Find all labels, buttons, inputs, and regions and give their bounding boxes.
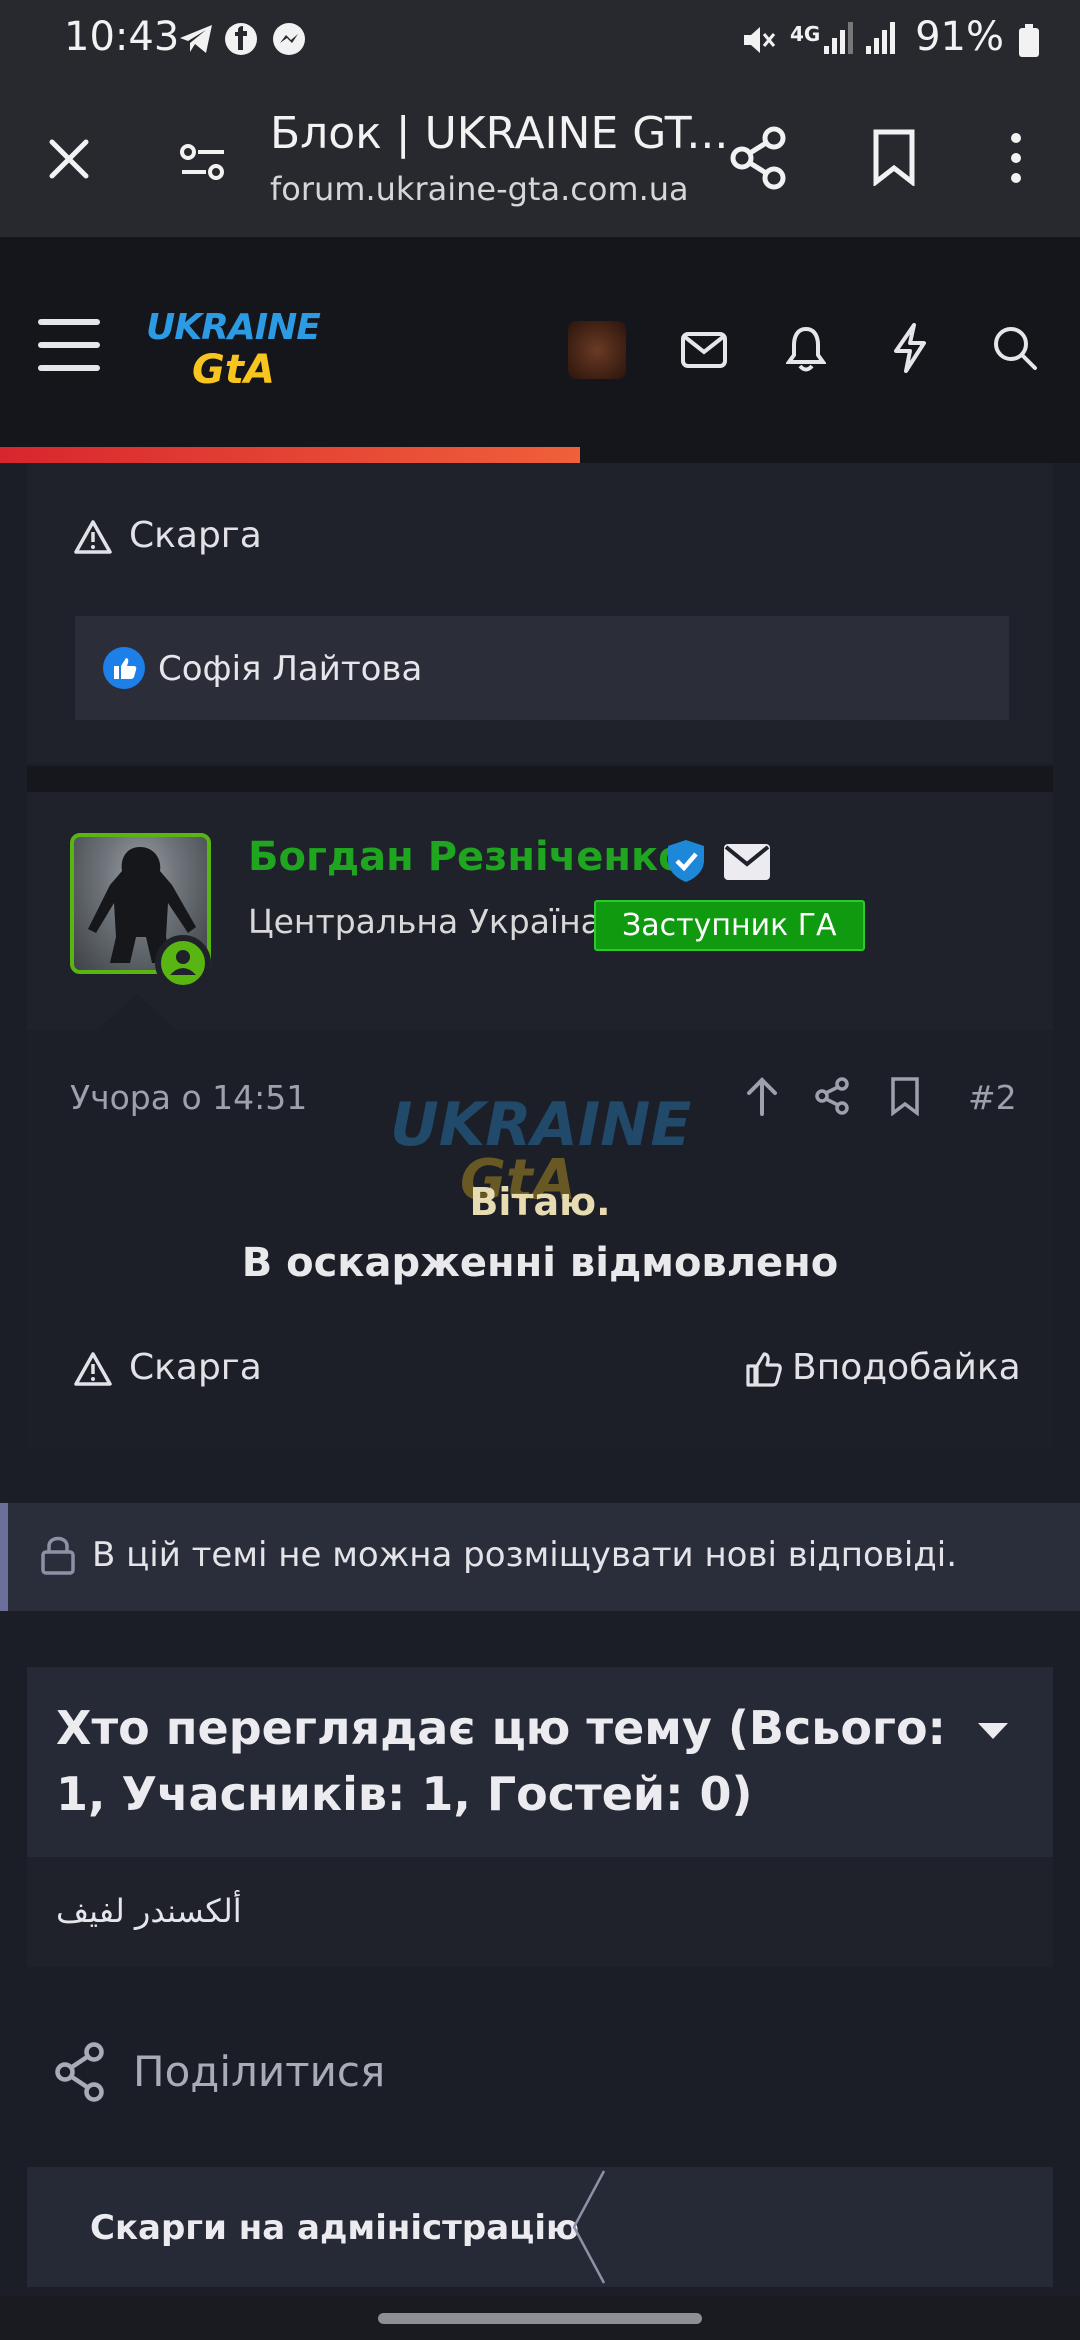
post-date[interactable]: Учора о 14:51 xyxy=(70,1078,307,1117)
notifications-bell-icon[interactable] xyxy=(785,325,827,377)
logo-text-ukraine: UKRAINE xyxy=(146,307,321,348)
author-role-badge: Заступник ГА xyxy=(594,900,865,951)
share-label: Поділитися xyxy=(133,2047,386,2096)
signal-icon xyxy=(822,18,902,62)
warning-icon xyxy=(73,519,113,559)
whats-new-lightning-icon[interactable] xyxy=(892,323,928,377)
post-share-icon[interactable] xyxy=(814,1076,850,1120)
send-message-icon[interactable] xyxy=(724,844,770,884)
post-author-name[interactable]: Богдан Резніченко xyxy=(248,834,686,880)
thumbs-up-icon xyxy=(744,1349,784,1393)
site-header: UKRAINE GtA xyxy=(0,237,1080,447)
share-icon xyxy=(54,2042,108,2106)
battery-percent: 91% xyxy=(915,14,1004,60)
liked-by-user[interactable]: Софія Лайтова xyxy=(158,649,422,689)
page-url[interactable]: forum.ukraine-gta.com.ua xyxy=(270,170,689,208)
more-menu-icon[interactable] xyxy=(1004,130,1028,190)
page-progress-fill xyxy=(0,447,580,463)
search-icon[interactable] xyxy=(992,325,1038,375)
author-region: Центральна Україна xyxy=(248,902,601,941)
close-icon[interactable] xyxy=(44,134,94,188)
upvote-arrow-icon[interactable] xyxy=(744,1076,780,1120)
locked-notice-text: В цій темі не можна розміщувати нові від… xyxy=(92,1535,958,1575)
logo-text-gta: GtA xyxy=(192,347,275,393)
post-separator xyxy=(27,766,1053,792)
site-logo[interactable]: UKRAINE GtA xyxy=(144,303,321,399)
author-name-text: Богдан Резніченко xyxy=(248,834,686,880)
battery-icon xyxy=(1018,24,1040,62)
browser-toolbar: Блок | UKRAINE GT... forum.ukraine-gta.c… xyxy=(0,82,1080,237)
like-badge-icon xyxy=(102,646,146,694)
facebook-icon xyxy=(224,22,258,60)
report-label: Скарга xyxy=(129,515,262,556)
collapse-toggle-icon[interactable] xyxy=(976,1720,1010,1746)
messenger-icon xyxy=(272,22,306,60)
lock-icon xyxy=(40,1535,76,1579)
inbox-icon[interactable] xyxy=(680,331,728,373)
mute-icon xyxy=(740,22,776,62)
viewer-user[interactable]: ألكسندر لفيف xyxy=(56,1892,242,1930)
like-button[interactable]: Вподобайка xyxy=(744,1347,1021,1397)
gesture-handle[interactable] xyxy=(378,2313,702,2324)
breadcrumb-chevron-icon xyxy=(568,2167,608,2291)
page-title: Блок | UKRAINE GT... xyxy=(270,108,729,159)
viewers-title: Хто переглядає цю тему (Всього: 1, Учасн… xyxy=(56,1701,946,1821)
online-status-icon xyxy=(155,935,211,991)
bookmark-icon[interactable] xyxy=(872,128,916,190)
like-label: Вподобайка xyxy=(792,1347,1021,1388)
post-bookmark-icon[interactable] xyxy=(890,1076,920,1120)
post-number[interactable]: #2 xyxy=(968,1078,1017,1117)
site-settings-icon[interactable] xyxy=(178,140,228,188)
verified-badge-icon xyxy=(664,838,708,888)
message-greeting: Вітаю. xyxy=(469,1180,611,1224)
warning-icon xyxy=(73,1351,113,1391)
status-time: 10:43 xyxy=(64,14,180,60)
user-avatar-button[interactable] xyxy=(568,321,626,379)
telegram-icon xyxy=(178,22,214,60)
report-label: Скарга xyxy=(129,1347,262,1388)
hamburger-menu-icon[interactable] xyxy=(38,319,100,375)
status-bar: 10:43 4G 91% xyxy=(0,0,1080,82)
network-type: 4G xyxy=(790,22,821,46)
share-icon[interactable] xyxy=(730,126,788,194)
breadcrumb-item[interactable]: Скарги на адміністрацію xyxy=(90,2208,579,2248)
message-text: В оскарженні відмовлено xyxy=(241,1240,839,1286)
